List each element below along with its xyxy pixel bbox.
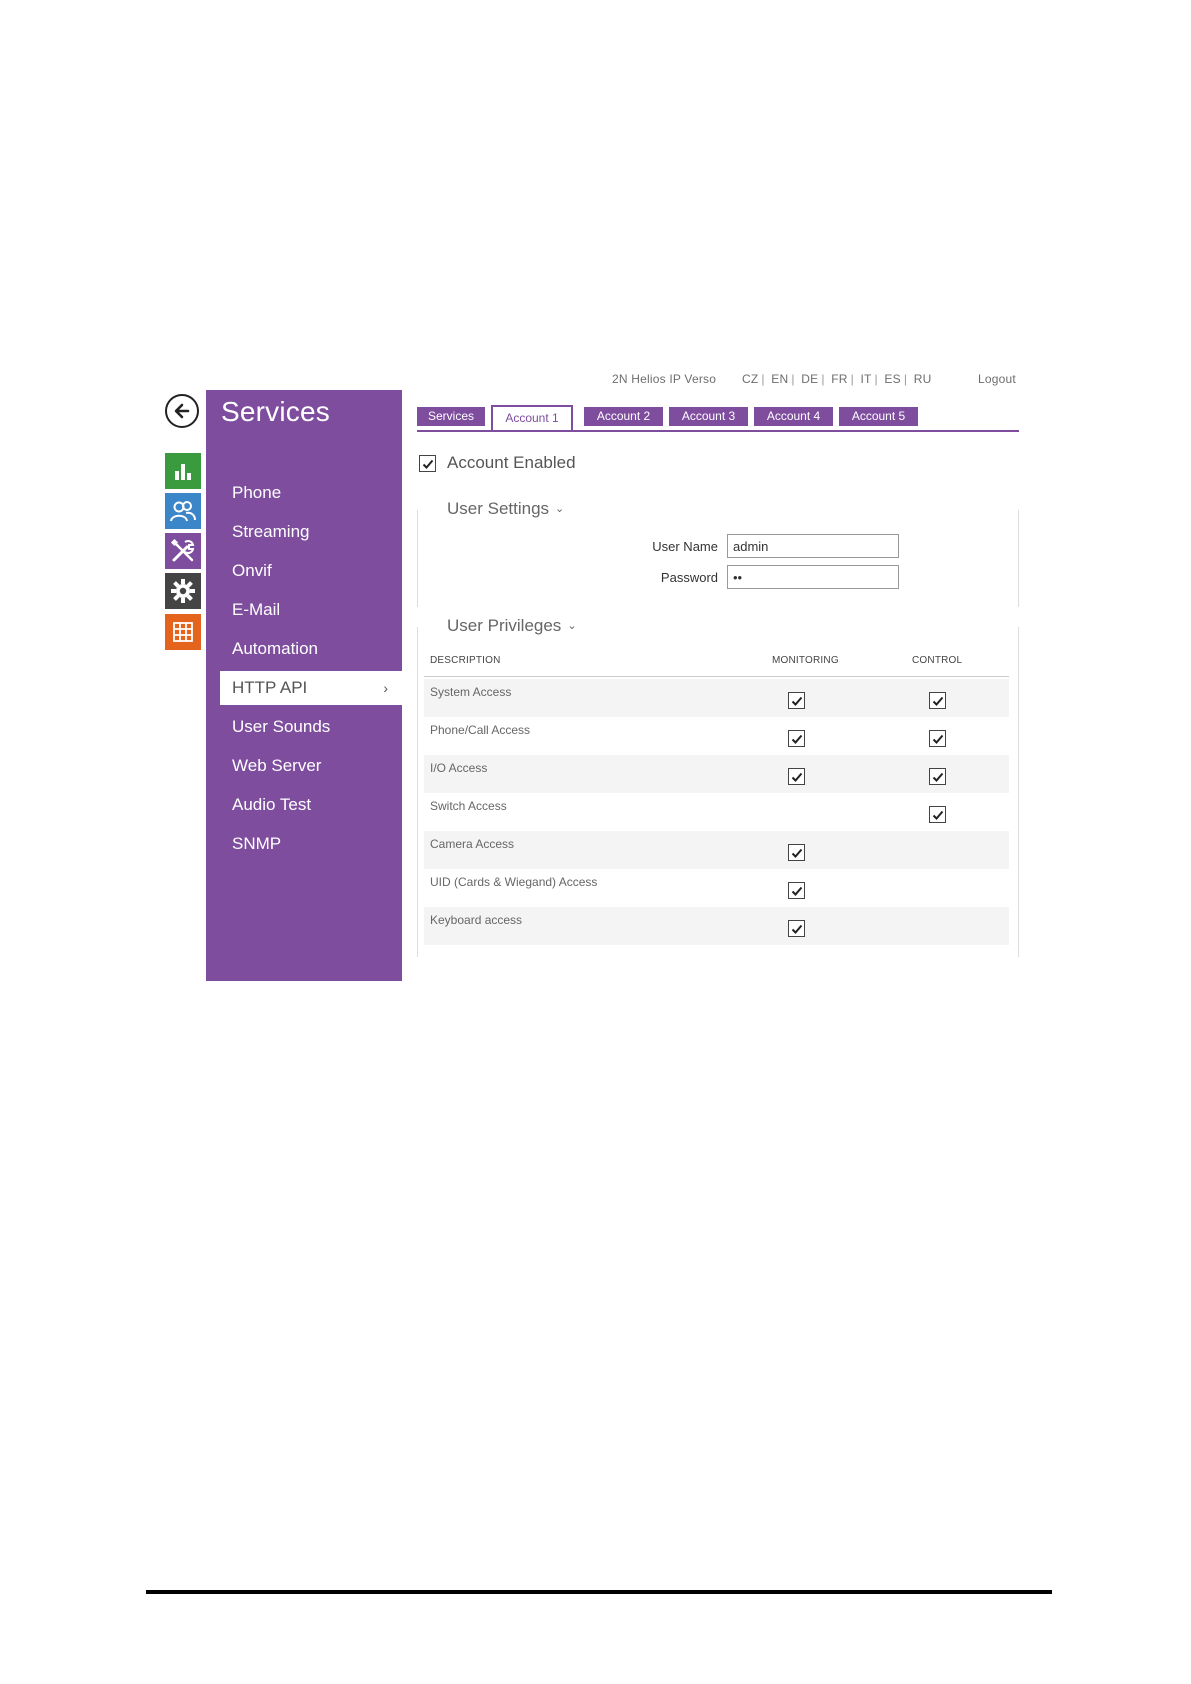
tab-account-1[interactable]: Account 1 xyxy=(491,405,573,432)
tab-account-3[interactable]: Account 3 xyxy=(669,407,748,426)
logout-link[interactable]: Logout xyxy=(978,372,1016,386)
user-privileges-header[interactable]: User Privileges ⌄ xyxy=(447,616,583,636)
privilege-label: Camera Access xyxy=(430,837,515,851)
tab-services[interactable]: Services xyxy=(417,407,485,426)
tab-account-5[interactable]: Account 5 xyxy=(839,407,918,426)
privilege-label: Phone/Call Access xyxy=(430,723,531,737)
tabs-underline xyxy=(417,430,1019,432)
table-row: Camera Access xyxy=(424,831,1009,869)
column-header-monitoring: MONITORING xyxy=(772,655,839,666)
chevron-down-icon: ⌄ xyxy=(567,620,577,632)
chevron-right-icon: › xyxy=(383,680,388,696)
hardware-tools-icon[interactable] xyxy=(165,533,201,569)
username-label: User Name xyxy=(652,539,718,554)
table-row: Switch Access xyxy=(424,793,1009,831)
privilege-label: UID (Cards & Wiegand) Access xyxy=(430,875,598,889)
sidebar-item-label: HTTP API xyxy=(232,678,308,697)
monitoring-checkbox[interactable] xyxy=(788,730,805,747)
services-grid-icon[interactable] xyxy=(165,614,201,650)
sidebar-title: Services xyxy=(221,396,330,427)
lang-de[interactable]: DE xyxy=(801,372,818,386)
sidebar-item-phone[interactable]: Phone xyxy=(220,476,402,510)
control-checkbox[interactable] xyxy=(929,768,946,785)
monitoring-checkbox[interactable] xyxy=(788,768,805,785)
privilege-label: System Access xyxy=(430,685,512,699)
monitoring-checkbox[interactable] xyxy=(788,882,805,899)
lang-ru[interactable]: RU xyxy=(914,372,932,386)
table-header-divider xyxy=(424,676,1009,677)
user-privileges-title: User Privileges xyxy=(447,616,562,635)
monitoring-checkbox[interactable] xyxy=(788,692,805,709)
privilege-label: Keyboard access xyxy=(430,913,523,927)
monitoring-checkbox[interactable] xyxy=(788,920,805,937)
user-settings-header[interactable]: User Settings ⌄ xyxy=(447,499,571,519)
privilege-label: I/O Access xyxy=(430,761,488,775)
column-header-control: CONTROL xyxy=(912,655,963,666)
account-enabled-label: Account Enabled xyxy=(447,453,576,472)
user-settings-title: User Settings xyxy=(447,499,550,518)
table-row: I/O Access xyxy=(424,755,1009,793)
username-input[interactable] xyxy=(727,534,899,558)
language-switcher: CZ | EN | DE | FR | IT | ES | RU xyxy=(742,372,932,386)
chevron-down-icon: ⌄ xyxy=(555,503,565,515)
sidebar-item-http-api[interactable]: HTTP API › xyxy=(220,671,402,705)
tab-account-4[interactable]: Account 4 xyxy=(754,407,833,426)
control-checkbox[interactable] xyxy=(929,806,946,823)
privilege-label: Switch Access xyxy=(430,799,507,813)
password-label: Password xyxy=(660,570,718,585)
sidebar-item-automation[interactable]: Automation xyxy=(220,632,402,666)
monitoring-checkbox[interactable] xyxy=(788,844,805,861)
directory-users-icon[interactable] xyxy=(165,493,201,529)
column-header-description: DESCRIPTION xyxy=(430,655,501,666)
user-settings-frame xyxy=(417,510,1019,607)
sidebar-item-onvif[interactable]: Onvif xyxy=(220,554,402,588)
sidebar-item-snmp[interactable]: SNMP xyxy=(220,827,402,861)
lang-fr[interactable]: FR xyxy=(831,372,847,386)
system-gear-icon[interactable] xyxy=(165,573,201,609)
lang-es[interactable]: ES xyxy=(884,372,900,386)
control-checkbox[interactable] xyxy=(929,692,946,709)
sidebar-item-email[interactable]: E-Mail xyxy=(220,593,402,627)
footer-divider xyxy=(146,1590,1052,1594)
back-arrow-icon[interactable] xyxy=(165,394,199,428)
password-input[interactable] xyxy=(727,565,899,589)
account-enabled-checkbox[interactable] xyxy=(419,455,436,472)
lang-it[interactable]: IT xyxy=(860,372,871,386)
status-chart-icon[interactable] xyxy=(165,453,201,489)
lang-cz[interactable]: CZ xyxy=(742,372,758,386)
table-row: UID (Cards & Wiegand) Access xyxy=(424,869,1009,907)
sidebar-item-streaming[interactable]: Streaming xyxy=(220,515,402,549)
table-row: Phone/Call Access xyxy=(424,717,1009,755)
device-name: 2N Helios IP Verso xyxy=(612,372,717,386)
services-sidebar: Services Phone Streaming Onvif E-Mail Au… xyxy=(206,390,402,981)
table-row: Keyboard access xyxy=(424,907,1009,945)
table-row: System Access xyxy=(424,679,1009,717)
sidebar-item-web-server[interactable]: Web Server xyxy=(220,749,402,783)
control-checkbox[interactable] xyxy=(929,730,946,747)
lang-en[interactable]: EN xyxy=(771,372,788,386)
sidebar-item-audio-test[interactable]: Audio Test xyxy=(220,788,402,822)
sidebar-item-user-sounds[interactable]: User Sounds xyxy=(220,710,402,744)
tab-account-2[interactable]: Account 2 xyxy=(584,407,663,426)
